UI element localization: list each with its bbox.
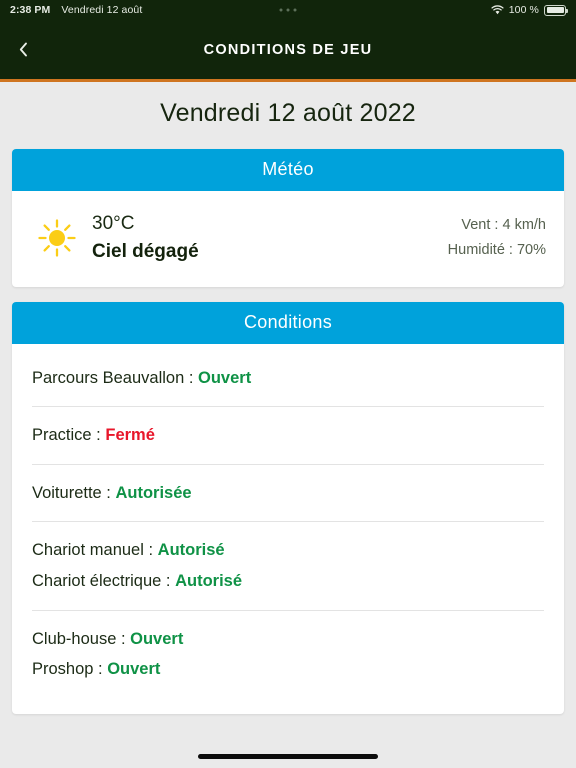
- condition-status-value: Ouvert: [198, 368, 252, 387]
- weather-description: Ciel dégagé: [92, 241, 199, 263]
- weather-wind: Vent : 4 km/h: [461, 216, 546, 233]
- wifi-icon: [491, 5, 504, 15]
- condition-status-value: Autorisé: [175, 572, 243, 590]
- date-heading: Vendredi 12 août 2022: [160, 99, 416, 127]
- battery-percent-label: 100 %: [508, 4, 539, 16]
- condition-label: Voiturette :: [32, 483, 116, 502]
- condition-group: Chariot manuel : Autorisé Chariot électri…: [32, 521, 544, 609]
- weather-card: Météo 30°C Ciel dégagé Vent: 4 km/h Hum…: [12, 149, 564, 287]
- condition-label: Parcours Beauvallon :: [32, 368, 199, 387]
- page-content: Vendredi 12 août 2022 Météo 30°C Ciel dé…: [0, 82, 576, 765]
- battery-full-icon: [544, 4, 568, 16]
- condition-group: Practice : Fermé: [32, 406, 544, 464]
- status-bar-right: 100 %: [491, 4, 568, 16]
- chevron-left-icon: [19, 42, 27, 57]
- conditions-card: Conditions Parcours Beauvallon : Ouvert P…: [12, 301, 564, 714]
- condition-group: Voiturette : Autorisée: [32, 463, 544, 522]
- weather-card-body: 30°C Ciel dégagé Vent : 4 km/h Humidité …: [12, 191, 564, 287]
- condition-label: Practice :: [32, 426, 106, 445]
- conditions-list: Parcours Beauvallon : Ouvert Practice : F…: [12, 344, 564, 714]
- weather-temperature: 30°C: [92, 213, 135, 234]
- condition-row: Practice : Fermé: [32, 420, 544, 451]
- weather-humidity: Humidité : 70%: [447, 241, 546, 258]
- weather-details: Vent : 4 km/h Humidité : 70%: [448, 213, 546, 264]
- weather-card-header: Météo: [12, 149, 564, 191]
- condition-row: Chariot électrique : Autorisé: [32, 566, 544, 597]
- sun-icon: [30, 218, 84, 258]
- condition-group: Club-house : Ouvert Proshop : Ouvert: [32, 609, 544, 698]
- condition-label: Chariot électrique :: [32, 572, 176, 590]
- condition-label: Proshop :: [32, 660, 108, 679]
- status-time: 2:38 PM: [10, 4, 51, 16]
- condition-row: Parcours Beauvallon : Ouvert: [32, 363, 544, 394]
- condition-label: Club-house :: [32, 629, 131, 648]
- condition-row: Club-house : Ouvert: [32, 624, 544, 655]
- status-bar-left: 2:38 PM Vendredi 12 août: [10, 4, 142, 16]
- home-indicator: [198, 754, 378, 759]
- back-button[interactable]: [6, 33, 40, 67]
- three-dots-icon: [279, 8, 297, 12]
- condition-status-value: Fermé: [105, 426, 155, 445]
- condition-status-value: Ouvert: [130, 629, 184, 648]
- status-bar: 2:38 PM Vendredi 12 août 100 %: [0, 0, 576, 20]
- page-title-navbar: CONDITIONS DE JEU: [203, 41, 373, 58]
- condition-row: Voiturette : Autorisée: [32, 478, 544, 509]
- condition-row: Proshop : Ouvert: [32, 654, 544, 685]
- status-date: Vendredi 12 août: [61, 4, 143, 16]
- weather-primary: 30°C Ciel dégagé: [84, 209, 199, 267]
- condition-status-value: Autorisée: [115, 483, 192, 502]
- condition-label: Chariot manuel :: [32, 541, 158, 560]
- condition-status-value: Autorisé: [157, 541, 225, 560]
- navigation-bar: CONDITIONS DE JEU: [0, 20, 576, 82]
- conditions-card-header: Conditions: [12, 301, 564, 344]
- condition-group: Parcours Beauvallon : Ouvert: [32, 350, 544, 407]
- condition-row: Chariot manuel : Autorisé: [32, 535, 544, 566]
- condition-status-value: Ouvert: [107, 660, 161, 679]
